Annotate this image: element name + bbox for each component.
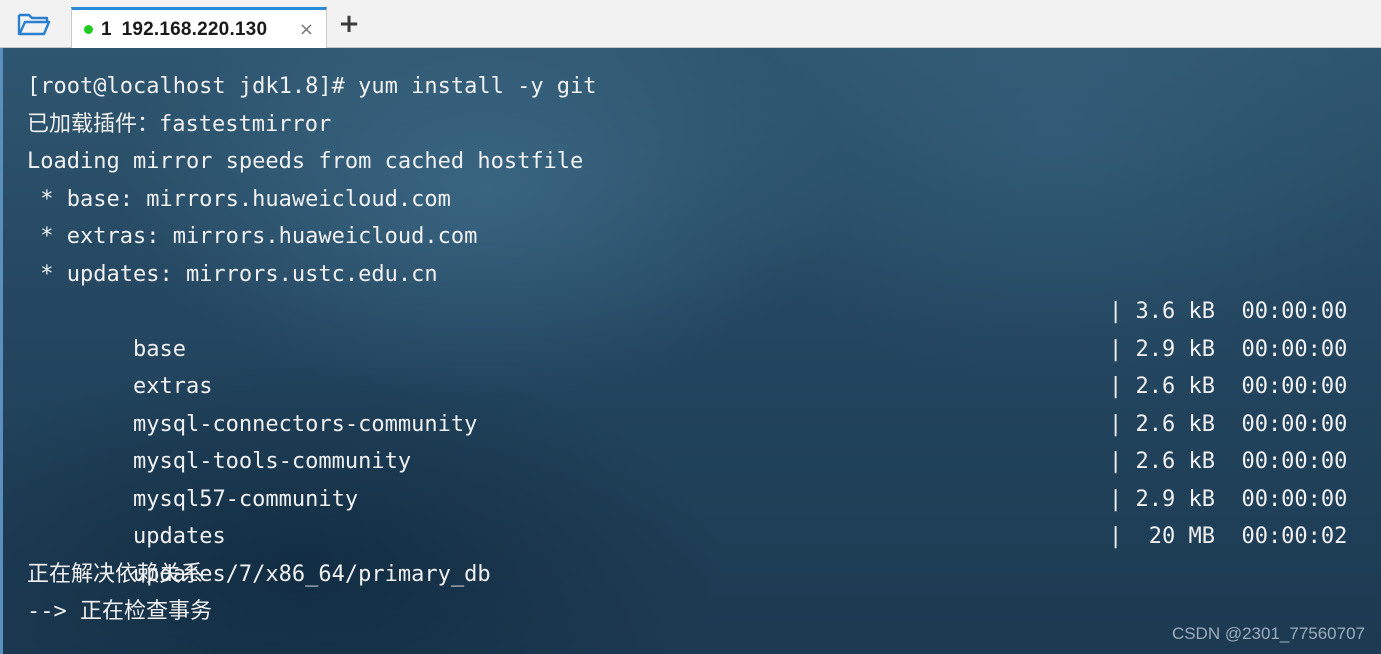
terminal-line: --> 正在检查事务 <box>27 599 212 624</box>
tab-bar: 1 192.168.220.130 × + <box>0 0 1381 49</box>
watermark: CSDN @2301_77560707 <box>1171 624 1365 643</box>
repo-size: | 2.6 kB 00:00:00 <box>1109 411 1348 437</box>
terminal-line: 正在解决依赖关系 <box>27 561 204 587</box>
folder-icon <box>17 13 51 36</box>
repo-line: mysql-tools-community | 2.6 kB 00:00:00 <box>27 406 1357 475</box>
tab-session-1[interactable]: 1 192.168.220.130 × <box>71 7 327 49</box>
repo-line: base | 3.6 kB 00:00:00 <box>27 293 1357 362</box>
terminal-line: 已加载插件：fastestmirror <box>27 111 332 137</box>
repo-line: updates | 2.9 kB 00:00:00 <box>27 481 1357 550</box>
repo-size: | 3.6 kB 00:00:00 <box>1109 299 1348 324</box>
terminal-line: Loading mirror speeds from cached hostfi… <box>27 149 584 174</box>
repo-line: mysql-connectors-community | 2.6 kB 00:00… <box>27 368 1357 437</box>
terminal-line: [root@localhost jdk1.8]# yum install -y … <box>27 74 597 99</box>
repo-line: mysql57-community | 2.6 kB 00:00:00 <box>27 443 1357 512</box>
repo-size: | 2.6 kB 00:00:00 <box>1109 374 1348 399</box>
connection-status-dot <box>84 25 93 34</box>
terminal-line: * base: mirrors.huaweicloud.com <box>27 186 451 212</box>
open-session-button[interactable] <box>14 9 54 39</box>
repo-line: updates/7/x86_64/primary_db | 20 MB 00:00… <box>27 518 1357 587</box>
repo-size: | 2.9 kB 00:00:00 <box>1109 486 1348 512</box>
repo-size: | 2.9 kB 00:00:00 <box>1109 336 1348 362</box>
repo-size: | 20 MB 00:00:02 <box>1109 524 1348 549</box>
terminal-lines: [root@localhost jdk1.8]# yum install -y … <box>27 68 1357 631</box>
terminal-output[interactable]: [root@localhost jdk1.8]# yum install -y … <box>0 48 1381 654</box>
tab-index: 1 <box>101 18 112 40</box>
tab-title: 192.168.220.130 <box>121 18 268 40</box>
repo-line: extras | 2.9 kB 00:00:00 <box>27 331 1357 400</box>
new-tab-button[interactable]: + <box>336 10 362 38</box>
close-tab-icon[interactable]: × <box>299 19 314 40</box>
terminal-line: * extras: mirrors.huaweicloud.com <box>27 224 478 249</box>
terminal-line: * updates: mirrors.ustc.edu.cn <box>27 261 438 287</box>
repo-size: | 2.6 kB 00:00:00 <box>1109 449 1348 474</box>
terminal-window: 1 192.168.220.130 × + [root@localhost jd… <box>0 0 1381 654</box>
